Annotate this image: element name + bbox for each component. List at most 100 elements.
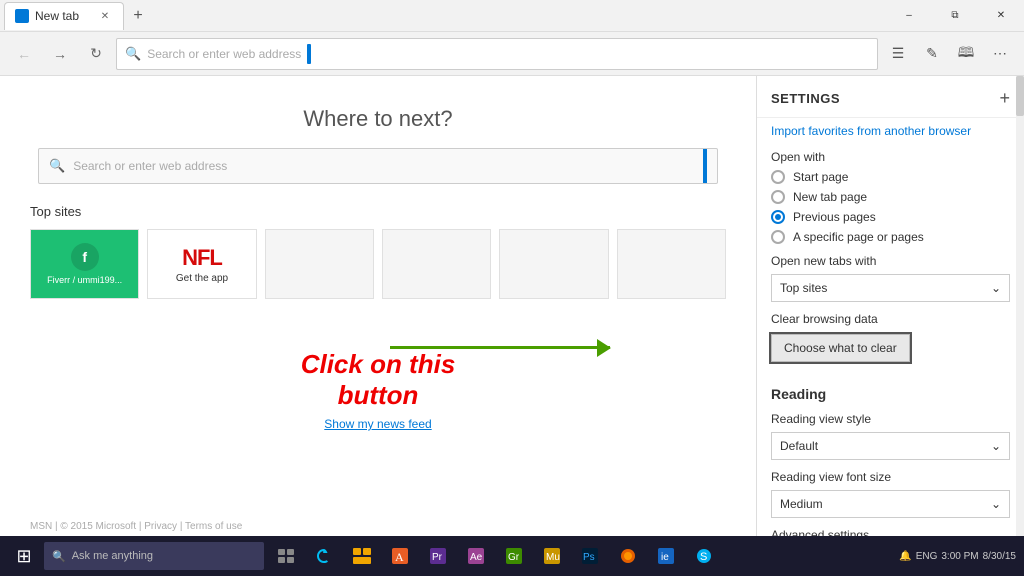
refresh-button[interactable]: ↻	[80, 38, 112, 70]
click-text-line2: button	[30, 380, 726, 411]
browser-page: Where to next? 🔍 Search or enter web add…	[0, 76, 756, 536]
radio-new-tab[interactable]: New tab page	[771, 190, 1010, 204]
reading-style-dropdown[interactable]: Default ⌄	[771, 432, 1010, 460]
sites-grid: f Fiverr / ummi199... NFL Get the app	[30, 229, 726, 299]
settings-title: SETTINGS	[771, 91, 840, 106]
main-content: Where to next? 🔍 Search or enter web add…	[0, 76, 1024, 536]
show-feed-link[interactable]: Show my news feed	[30, 417, 726, 431]
reading-font-size-label: Reading view font size	[771, 470, 1010, 484]
svg-text:Ps: Ps	[583, 552, 595, 563]
taskbar-right: 🔔 ENG 3:00 PM 8/30/15	[899, 551, 1020, 562]
new-tab-button[interactable]: +	[124, 2, 152, 30]
arrow-annotation	[390, 346, 610, 349]
taskbar-lang: ENG	[916, 551, 938, 562]
site-tile-fiverr[interactable]: f Fiverr / ummi199...	[30, 229, 139, 299]
scrollbar-track[interactable]	[1016, 76, 1024, 536]
address-bar[interactable]: 🔍 Search or enter web address	[116, 38, 878, 70]
tab-close-button[interactable]: ✕	[97, 8, 113, 24]
reading-font-chevron-icon: ⌄	[991, 497, 1001, 511]
start-button[interactable]: ⊞	[4, 536, 44, 576]
nav-bar: ← → ↻ 🔍 Search or enter web address ☰ ✎ …	[0, 32, 1024, 76]
nfl-sub: Get the app	[176, 273, 228, 284]
arrow-line	[390, 346, 610, 349]
taskbar-search-icon: 🔍	[52, 550, 66, 563]
address-accent	[307, 44, 311, 64]
reading-view-button[interactable]: 🕮	[950, 38, 982, 70]
svg-text:S: S	[700, 551, 707, 563]
site-tile-empty-2[interactable]	[382, 229, 491, 299]
taskbar-app5[interactable]: Mu	[534, 538, 570, 574]
radio-start-page[interactable]: Start page	[771, 170, 1010, 184]
top-sites-label: Top sites	[30, 204, 726, 219]
taskbar-notification-icon[interactable]: 🔔	[899, 551, 911, 562]
taskbar-firefox[interactable]	[610, 538, 646, 574]
radio-previous-pages[interactable]: Previous pages	[771, 210, 1010, 224]
back-button[interactable]: ←	[8, 38, 40, 70]
radio-label-specific: A specific page or pages	[793, 230, 924, 244]
tab-area: New tab ✕ +	[0, 0, 152, 31]
taskbar-app6[interactable]: ie	[648, 538, 684, 574]
site-tile-empty-1[interactable]	[265, 229, 374, 299]
taskbar-search-placeholder: Ask me anything	[72, 550, 153, 562]
svg-text:A: A	[395, 550, 404, 564]
advanced-settings-label: Advanced settings	[771, 528, 1010, 536]
taskbar-search[interactable]: 🔍 Ask me anything	[44, 542, 264, 570]
window-controls: – ⧉ ✕	[886, 0, 1024, 31]
open-new-tabs-label: Open new tabs with	[771, 254, 1010, 268]
radio-label-newtab: New tab page	[793, 190, 867, 204]
settings-add-button[interactable]: +	[999, 88, 1010, 109]
click-annotation: Click on this button	[30, 349, 726, 411]
taskbar-app2[interactable]: Pr	[420, 538, 456, 574]
fiverr-icon: f	[71, 243, 99, 271]
hub-button[interactable]: ☰	[882, 38, 914, 70]
open-with-label: Open with	[771, 150, 1010, 164]
site-tile-nfl[interactable]: NFL Get the app	[147, 229, 256, 299]
dropdown-chevron-icon: ⌄	[991, 281, 1001, 295]
web-note-button[interactable]: ✎	[916, 38, 948, 70]
svg-text:ie: ie	[661, 552, 669, 563]
active-tab[interactable]: New tab ✕	[4, 2, 124, 30]
svg-text:Pr: Pr	[432, 552, 443, 563]
site-tile-empty-3[interactable]	[499, 229, 608, 299]
forward-button[interactable]: →	[44, 38, 76, 70]
search-bar-placeholder: Search or enter web address	[73, 159, 227, 173]
minimize-button[interactable]: –	[886, 0, 932, 32]
svg-text:Gr: Gr	[508, 552, 520, 563]
taskbar: ⊞ 🔍 Ask me anything A Pr Ae Gr Mu Ps	[0, 536, 1024, 576]
taskbar-app4[interactable]: Gr	[496, 538, 532, 574]
restore-button[interactable]: ⧉	[932, 0, 978, 32]
taskbar-task-view[interactable]	[268, 538, 304, 574]
nfl-logo: NFL	[182, 245, 222, 271]
open-new-tabs-dropdown[interactable]: Top sites ⌄	[771, 274, 1010, 302]
radio-circle-previous	[771, 210, 785, 224]
search-icon: 🔍	[125, 46, 141, 62]
taskbar-skype[interactable]: S	[686, 538, 722, 574]
search-bar[interactable]: 🔍 Search or enter web address	[38, 148, 718, 184]
click-text-line1: Click on this	[30, 349, 726, 380]
radio-specific-page[interactable]: A specific page or pages	[771, 230, 1010, 244]
taskbar-date: 8/30/15	[983, 551, 1016, 562]
taskbar-app3[interactable]: Ae	[458, 538, 494, 574]
settings-header: SETTINGS +	[757, 76, 1024, 118]
reading-style-label: Reading view style	[771, 412, 1010, 426]
scrollbar-thumb[interactable]	[1016, 76, 1024, 116]
taskbar-edge[interactable]	[306, 538, 342, 574]
more-button[interactable]: ⋯	[984, 38, 1016, 70]
open-new-tabs-value: Top sites	[780, 281, 827, 295]
radio-label-start: Start page	[793, 170, 848, 184]
reading-font-size-dropdown[interactable]: Medium ⌄	[771, 490, 1010, 518]
svg-text:Ae: Ae	[470, 552, 483, 563]
close-button[interactable]: ✕	[978, 0, 1024, 32]
taskbar-explorer[interactable]	[344, 538, 380, 574]
import-link[interactable]: Import favorites from another browser	[771, 118, 1010, 140]
radio-label-previous: Previous pages	[793, 210, 876, 224]
search-bar-icon: 🔍	[49, 158, 65, 174]
choose-what-to-clear-button[interactable]: Choose what to clear	[771, 334, 910, 362]
settings-scroll[interactable]: Import favorites from another browser Op…	[757, 118, 1024, 536]
taskbar-app1[interactable]: A	[382, 538, 418, 574]
search-accent	[703, 149, 707, 183]
site-tile-empty-4[interactable]	[617, 229, 726, 299]
open-with-radio-group: Start page New tab page Previous pages A…	[771, 170, 1010, 244]
taskbar-ps[interactable]: Ps	[572, 538, 608, 574]
taskbar-icons: A Pr Ae Gr Mu Ps ie S	[268, 538, 722, 574]
